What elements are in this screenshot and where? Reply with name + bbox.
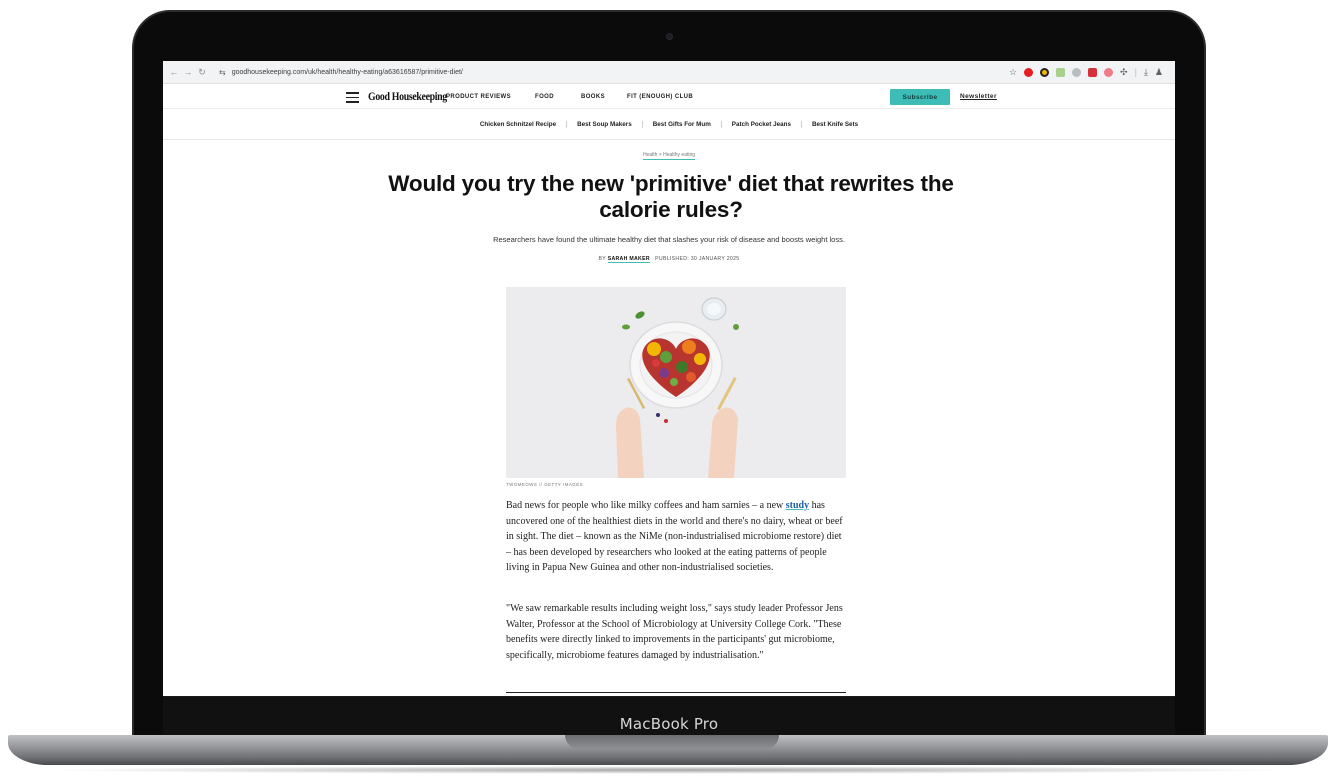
toolbar-divider: | [1134,67,1137,77]
extension-icon[interactable] [1088,67,1098,77]
back-icon[interactable]: ← [167,67,181,77]
trending-link[interactable]: Patch Pocket Jeans [732,121,791,128]
headline-line: Would you try the new 'primitive' diet t… [388,171,954,196]
extension-icon[interactable] [1040,67,1050,77]
laptop-chin: MacBook Pro [163,696,1175,736]
article-headline: Would you try the new 'primitive' diet t… [333,171,1009,223]
site-settings-icon[interactable]: ⇆ [219,68,226,77]
extension-icon[interactable] [1104,67,1114,77]
profile-icon[interactable]: ♟ [1155,67,1163,78]
byline: BY SARAH MAKER PUBLISHED: 30 JANUARY 202… [163,256,1175,263]
site-logo[interactable]: Good Housekeeping [368,89,447,104]
trending-link[interactable]: Best Knife Sets [812,121,858,128]
divider [720,121,722,128]
newsletter-link[interactable]: Newsletter [960,93,997,100]
browser-toolbar: ← → ↻ ⇆ goodhousekeeping.com/uk/health/h… [163,61,1175,84]
nav-food[interactable]: FOOD [535,94,554,100]
bookmark-star-icon[interactable]: ☆ [1009,67,1017,78]
puzzle-icon[interactable]: ✣ [1120,67,1128,78]
paragraph-text: has uncovered one of the healthiest diet… [506,500,843,574]
reload-icon[interactable]: ↻ [195,67,209,78]
trending-link[interactable]: Best Gifts For Mum [653,121,711,128]
divider [641,121,643,128]
forward-icon[interactable]: → [181,67,195,77]
divider [566,121,568,128]
opera-icon[interactable] [1024,67,1034,77]
laptop-notch [565,735,779,749]
address-bar[interactable]: goodhousekeeping.com/uk/health/healthy-e… [232,69,463,76]
extension-icon[interactable] [1072,67,1082,77]
trending-link[interactable]: Best Soup Makers [577,121,632,128]
breadcrumb-link[interactable]: Health > Healthy eating [642,152,696,160]
breadcrumb: Health > Healthy eating [163,152,1175,160]
site-header: Good Housekeeping PRODUCT REVIEWS FOOD B… [163,85,1175,109]
hero-image [506,287,846,478]
nav-fit-enough-club[interactable]: FIT (ENOUGH) CLUB [627,94,693,100]
article-dek: Researchers have found the ultimate heal… [493,235,845,244]
extension-icon[interactable] [1056,67,1066,77]
laptop-screen: ← → ↻ ⇆ goodhousekeeping.com/uk/health/h… [163,61,1175,696]
content-divider [506,692,846,693]
laptop-shadow [40,766,1296,774]
nav-product-reviews[interactable]: PRODUCT REVIEWS [446,94,511,100]
download-icon[interactable]: ⤓ [1144,67,1148,78]
extensions-area: ☆ ✣ | ⤓ ♟ [1009,67,1175,78]
device-label: MacBook Pro [619,715,719,733]
article-paragraph: Bad news for people who like milky coffe… [506,498,846,576]
article-paragraph: "We saw remarkable results including wei… [506,603,843,661]
divider [800,121,802,128]
trending-link[interactable]: Chicken Schnitzel Recipe [480,121,556,128]
nav-books[interactable]: BOOKS [581,94,605,100]
author-link[interactable]: SARAH MAKER [607,256,650,263]
camera-icon [666,33,673,40]
headline-line: calorie rules? [599,197,743,222]
study-link[interactable]: study [786,500,809,511]
paragraph-text: Bad news for people who like milky coffe… [506,500,786,511]
trending-bar: Chicken Schnitzel Recipe Best Soup Maker… [163,110,1175,140]
menu-icon[interactable] [346,92,359,103]
byline-prefix: BY [598,256,606,262]
image-credit: TWOMEOWS // GETTY IMAGES [506,482,584,487]
published-date: PUBLISHED: 30 JANUARY 2025 [655,256,740,262]
hero-illustration [506,287,846,478]
subscribe-button[interactable]: Subscribe [890,89,950,105]
